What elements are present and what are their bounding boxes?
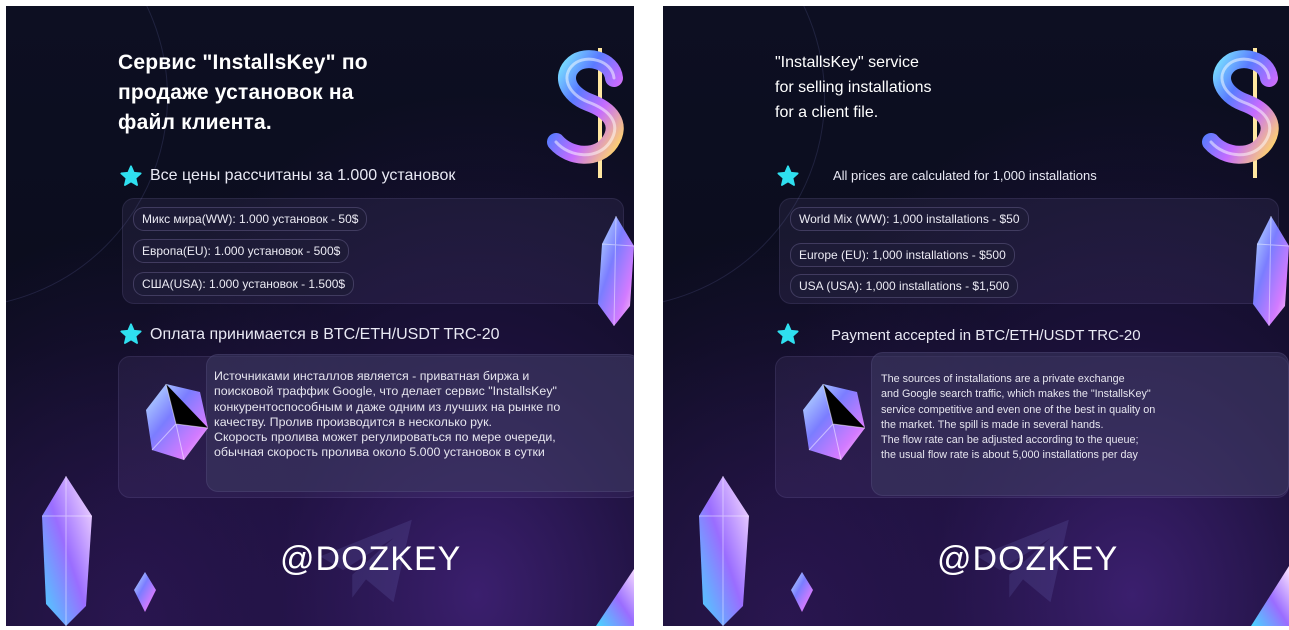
telegram-handle: @DOZKEY bbox=[937, 540, 1119, 578]
crystal-icon bbox=[699, 476, 749, 626]
dollar-sign-icon bbox=[1202, 48, 1279, 178]
star-icon bbox=[777, 323, 799, 344]
price-item-usa: США(USA): 1.000 установок - 1.500$ bbox=[133, 272, 355, 296]
page-title: "InstallsKey" service for selling instal… bbox=[775, 54, 932, 121]
prices-heading: Все цены рассчитаны за 1.000 установок bbox=[150, 167, 456, 184]
telegram-handle: @DOZKEY bbox=[280, 540, 462, 578]
promo-card-english: "InstallsKey" service for selling instal… bbox=[663, 6, 1289, 626]
crystal-icon bbox=[1253, 215, 1289, 327]
payment-heading: Payment accepted in BTC/ETH/USDT TRC-20 bbox=[831, 327, 1141, 344]
crystal-icon bbox=[803, 383, 866, 461]
payment-heading: Оплата принимается в BTC/ETH/USDT TRC-20 bbox=[150, 326, 500, 343]
promo-card-russian: Сервис "InstallsKey" по продаже установо… bbox=[6, 6, 634, 626]
price-item-eu: Европа(EU): 1.000 установок - 500$ bbox=[133, 239, 350, 263]
crystal-icon bbox=[1251, 566, 1289, 626]
crystal-icon bbox=[134, 572, 156, 612]
star-icon bbox=[777, 165, 799, 186]
price-item-eu: Europe (EU): 1,000 installations - $500 bbox=[790, 243, 1015, 267]
prices-heading: All prices are calculated for 1,000 inst… bbox=[833, 168, 1097, 183]
page-title: Сервис "InstallsKey" по продаже установо… bbox=[118, 51, 368, 134]
description-text: The sources of installations are a priva… bbox=[881, 373, 1156, 462]
crystal-icon bbox=[146, 383, 209, 461]
star-icon bbox=[120, 323, 142, 344]
crystal-icon bbox=[596, 569, 634, 626]
price-item-ww: World Mix (WW): 1,000 installations - $5… bbox=[790, 207, 1029, 231]
crystal-icon bbox=[791, 572, 813, 612]
star-icon bbox=[120, 165, 142, 186]
price-item-usa: USA (USA): 1,000 installations - $1,500 bbox=[790, 274, 1019, 298]
crystal-icon bbox=[598, 215, 634, 327]
price-item-ww: Микс мира(WW): 1.000 установок - 50$ bbox=[133, 207, 368, 231]
dollar-sign-icon bbox=[547, 48, 624, 178]
description-text: Источниками инсталлов является - приватн… bbox=[214, 369, 561, 460]
crystal-icon bbox=[42, 476, 92, 626]
